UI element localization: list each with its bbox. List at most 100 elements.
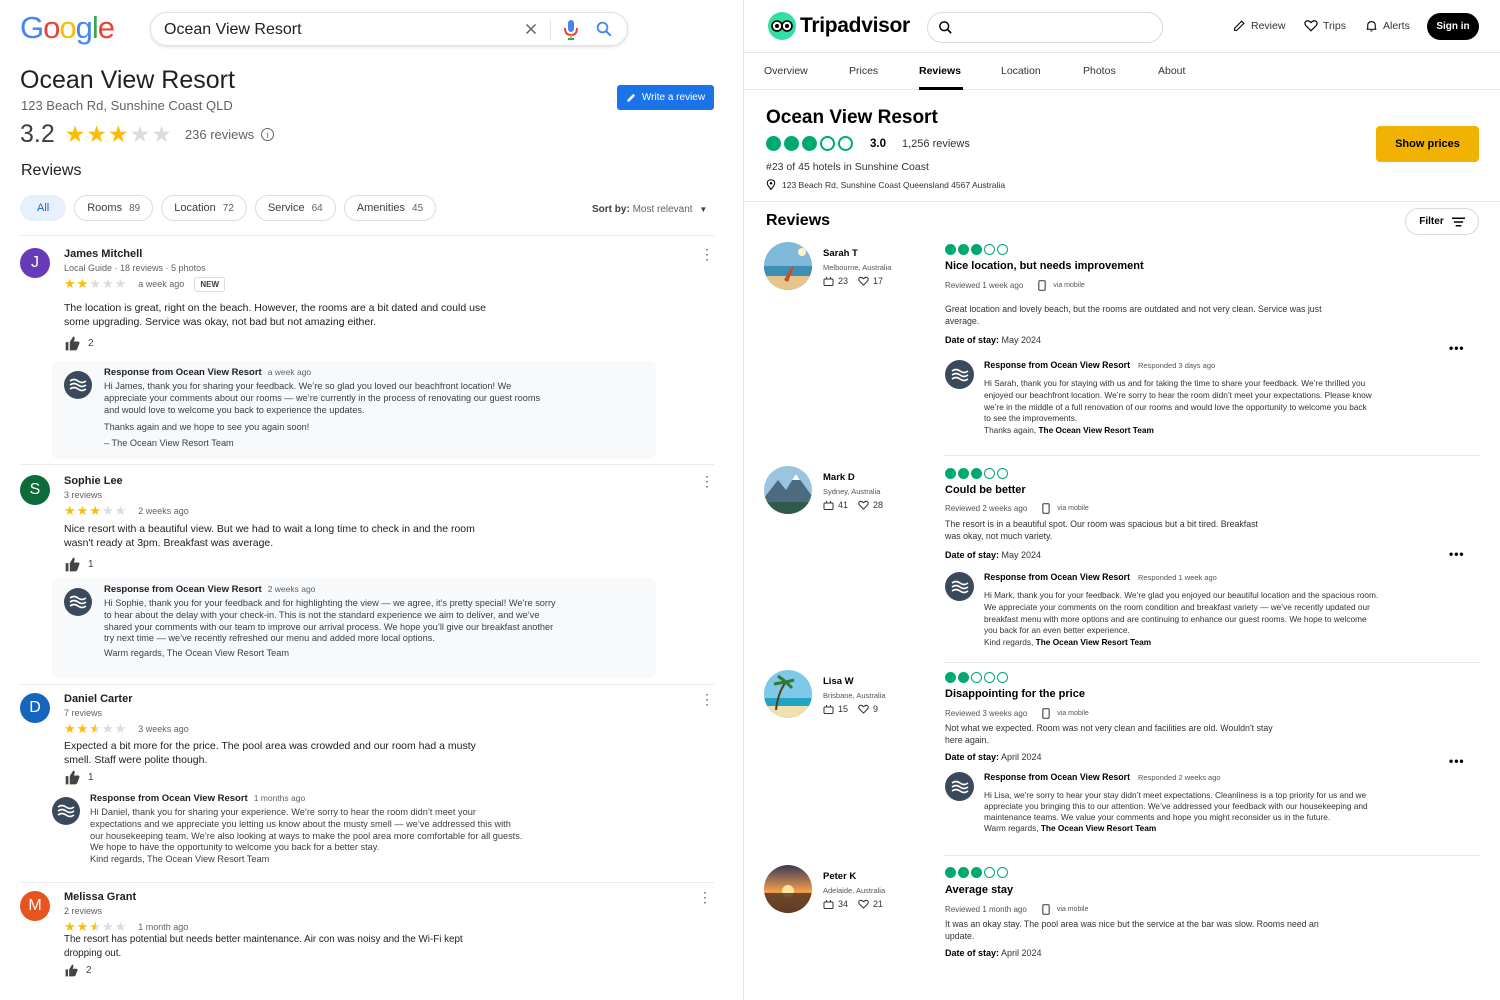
show-prices-button[interactable]: Show prices — [1376, 126, 1479, 162]
write-review-button[interactable]: Write a review — [617, 85, 714, 110]
reviewer-name[interactable]: Lisa W — [823, 676, 854, 687]
tab-overview[interactable]: Overview — [764, 65, 808, 77]
chip-all[interactable]: All — [20, 195, 67, 221]
thumbs-up-icon — [65, 557, 80, 572]
rating-bubble-icon — [971, 244, 982, 255]
tab-reviews[interactable]: Reviews — [919, 65, 961, 77]
like-button[interactable]: 2 — [64, 336, 94, 351]
avatar[interactable]: S — [20, 475, 50, 505]
more-options-icon[interactable]: ••• — [1449, 547, 1465, 561]
contribution-count: 41 — [838, 500, 849, 510]
chip-amenities[interactable]: Amenities 45 — [343, 195, 437, 221]
avatar[interactable]: M — [20, 891, 50, 921]
nav-alerts[interactable]: Alerts — [1365, 19, 1410, 33]
review-stars: ★★★★★ — [64, 503, 127, 519]
active-tab-indicator — [919, 87, 963, 90]
chip-location[interactable]: Location 72 — [161, 195, 247, 221]
star-icon: ★ — [89, 721, 102, 736]
chip-rooms[interactable]: Rooms 89 — [74, 195, 154, 221]
search-input[interactable] — [164, 19, 504, 41]
sort-dropdown[interactable]: Sort by: Most relevant ▼ — [592, 204, 707, 215]
search-icon[interactable] — [595, 20, 613, 43]
reviewer-name[interactable]: Daniel Carter — [64, 693, 132, 705]
tab-about[interactable]: About — [1158, 65, 1185, 77]
reviewer-photo[interactable] — [764, 242, 812, 290]
review-title[interactable]: Nice location, but needs improvement — [945, 260, 1144, 272]
avatar[interactable]: D — [20, 693, 50, 723]
more-options-icon[interactable]: ⋮ — [700, 474, 714, 488]
star-icon: ★ — [64, 919, 77, 934]
like-button[interactable]: 2 — [64, 964, 92, 977]
reviewer-name[interactable]: James Mitchell — [64, 248, 142, 260]
review-text: It was an okay stay. The pool area was n… — [945, 919, 1319, 941]
more-options-icon[interactable]: ⋮ — [700, 692, 714, 706]
more-options-icon[interactable]: ••• — [1449, 341, 1465, 355]
nav-review[interactable]: Review — [1233, 19, 1285, 32]
reviewer-photo[interactable] — [764, 466, 812, 514]
star-icon: ★ — [89, 503, 102, 518]
reviewer-meta: 3 reviews — [64, 490, 103, 500]
review-date: Reviewed 1 week ago — [945, 281, 1024, 290]
rating-bubble-icon — [984, 468, 995, 479]
date-of-stay: Date of stay: May 2024 — [945, 550, 1042, 560]
mobile-icon — [1042, 503, 1050, 514]
reviewer-photo[interactable] — [764, 670, 812, 718]
more-options-icon[interactable]: ⋮ — [698, 890, 712, 904]
star-icon: ★ — [64, 276, 77, 291]
thumbs-up-icon — [65, 770, 80, 785]
mobile-icon — [1042, 708, 1050, 719]
tripadvisor-logo[interactable]: Tripadvisor — [768, 12, 910, 40]
hotel-rank[interactable]: #23 of 45 hotels in Sunshine Coast — [766, 161, 929, 173]
reviewer-photo[interactable] — [764, 865, 812, 913]
review-count[interactable]: 1,256 reviews — [902, 138, 970, 150]
microphone-icon[interactable] — [563, 19, 579, 46]
owl-icon — [768, 12, 796, 40]
avatar[interactable]: J — [20, 248, 50, 278]
star-icon: ★ — [101, 721, 115, 736]
reviewer-name[interactable]: Sophie Lee — [64, 475, 123, 487]
contribution-count: 34 — [838, 899, 849, 909]
search-input[interactable] — [960, 18, 1150, 38]
reviewer-name[interactable]: Sarah T — [823, 248, 858, 259]
review-title[interactable]: Disappointing for the price — [945, 688, 1085, 700]
more-options-icon[interactable]: ••• — [1449, 754, 1465, 768]
reviewer-name[interactable]: Mark D — [823, 472, 855, 483]
business-address: 123 Beach Rd, Sunshine Coast QLD — [21, 98, 233, 113]
contribution-count: 15 — [838, 704, 849, 714]
tab-prices[interactable]: Prices — [849, 65, 878, 77]
rating-bubble-icon — [997, 867, 1008, 878]
rating-bubble-icon — [971, 468, 982, 479]
reviewer-name[interactable]: Peter K — [823, 871, 856, 882]
review-title[interactable]: Could be better — [945, 484, 1026, 496]
star-icon: ★ — [129, 121, 152, 147]
clear-icon[interactable] — [522, 20, 540, 43]
reviews-heading: Reviews — [766, 212, 831, 229]
rating-value: 3.0 — [870, 137, 886, 150]
review-count[interactable]: 236 reviews — [185, 127, 254, 142]
tab-photos[interactable]: Photos — [1083, 65, 1116, 77]
like-button[interactable]: 1 — [64, 557, 94, 572]
review-text: Great location and lovely beach, but the… — [945, 304, 1322, 326]
review-date: Reviewed 3 weeks ago — [945, 709, 1028, 718]
hotel-title: Ocean View Resort — [766, 107, 938, 128]
nav-trips[interactable]: Trips — [1304, 19, 1346, 32]
heart-icon — [858, 704, 869, 714]
like-button[interactable]: 1 — [64, 770, 94, 785]
google-logo[interactable]: Google — [20, 10, 115, 46]
more-options-icon[interactable]: ⋮ — [700, 247, 714, 261]
search-icon[interactable] — [938, 20, 953, 40]
heart-icon — [858, 276, 869, 286]
tab-location[interactable]: Location — [1001, 65, 1041, 77]
review-title[interactable]: Average stay — [945, 884, 1013, 896]
divider — [20, 464, 714, 465]
hotel-address[interactable]: 123 Beach Rd, Sunshine Coast Queensland … — [766, 179, 1005, 190]
reviewer-name[interactable]: Melissa Grant — [64, 891, 136, 903]
filter-button[interactable]: Filter — [1405, 208, 1479, 235]
rating-bubble-icon — [984, 867, 995, 878]
review-text: The resort has potential but needs bette… — [64, 934, 463, 959]
sign-in-button[interactable]: Sign in — [1427, 13, 1479, 40]
chip-service[interactable]: Service 64 — [254, 195, 336, 221]
heart-icon — [858, 500, 869, 510]
review-stars: ★★★★★ — [64, 721, 127, 737]
info-icon[interactable]: i — [261, 128, 275, 141]
